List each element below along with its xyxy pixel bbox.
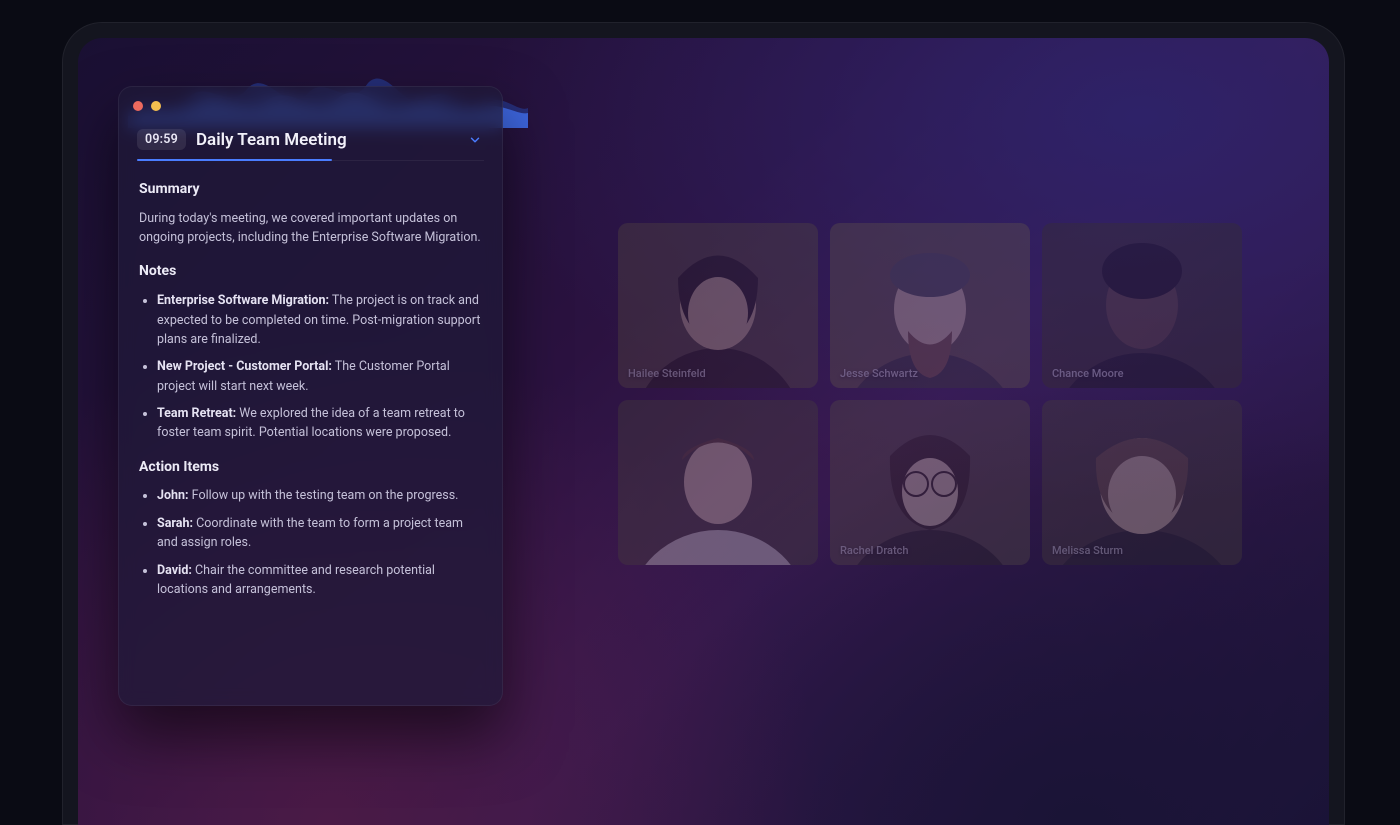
participant-name: Hailee Steinfeld [628,367,706,380]
avatar [830,400,1030,565]
list-item: Sarah: Coordinate with the team to form … [157,514,482,553]
notes-heading: Notes [139,261,482,283]
video-tile[interactable]: Hailee Steinfeld [618,223,818,388]
note-label: Team Retreat: [157,406,236,421]
list-item: David: Chair the committee and research … [157,561,482,600]
action-person: Sarah: [157,516,193,531]
active-tab-indicator [137,159,332,161]
avatar [1042,223,1242,388]
chevron-down-icon[interactable] [466,131,484,149]
list-item: John: Follow up with the testing team on… [157,486,482,505]
action-text: Chair the committee and research potenti… [157,563,435,597]
video-tile[interactable]: Chance Moore [1042,223,1242,388]
notes-list: Enterprise Software Migration: The proje… [139,291,482,443]
action-items-heading: Action Items [139,457,482,479]
video-tile[interactable]: Rachel Dratch [830,400,1030,565]
action-person: John: [157,488,189,503]
video-tile[interactable]: Jesse Schwartz [830,223,1030,388]
meeting-duration-badge: 09:59 [137,129,186,150]
meeting-notes-panel: 09:59 Daily Team Meeting Summary During … [118,86,503,706]
list-item: Team Retreat: We explored the idea of a … [157,404,482,443]
window-controls [133,101,161,111]
action-text: Follow up with the testing team on the p… [189,488,459,503]
meeting-title: Daily Team Meeting [196,130,456,150]
avatar [1042,400,1242,565]
note-label: Enterprise Software Migration: [157,293,329,308]
list-item: Enterprise Software Migration: The proje… [157,291,482,349]
close-window-button[interactable] [133,101,143,111]
avatar [830,223,1030,388]
participant-name: Chance Moore [1052,367,1124,380]
list-item: New Project - Customer Portal: The Custo… [157,357,482,396]
meeting-notes-body: Summary During today's meeting, we cover… [119,161,502,627]
action-person: David: [157,563,192,578]
avatar [618,223,818,388]
video-call-grid: Hailee Steinfeld Jesse Schwartz Chance M… [618,223,1242,565]
meeting-header: 09:59 Daily Team Meeting [137,129,484,161]
note-label: New Project - Customer Portal: [157,359,332,374]
avatar [618,400,818,565]
video-tile[interactable] [618,400,818,565]
summary-text: During today's meeting, we covered impor… [139,209,482,248]
minimize-window-button[interactable] [151,101,161,111]
participant-name: Rachel Dratch [840,544,908,557]
device-frame: 09:59 Daily Team Meeting Summary During … [62,22,1345,825]
participant-name: Melissa Sturm [1052,544,1123,557]
action-text: Coordinate with the team to form a proje… [157,516,463,550]
summary-heading: Summary [139,179,482,201]
action-items-list: John: Follow up with the testing team on… [139,486,482,599]
participant-name: Jesse Schwartz [840,367,918,380]
desktop-screen: 09:59 Daily Team Meeting Summary During … [78,38,1329,825]
video-tile[interactable]: Melissa Sturm [1042,400,1242,565]
